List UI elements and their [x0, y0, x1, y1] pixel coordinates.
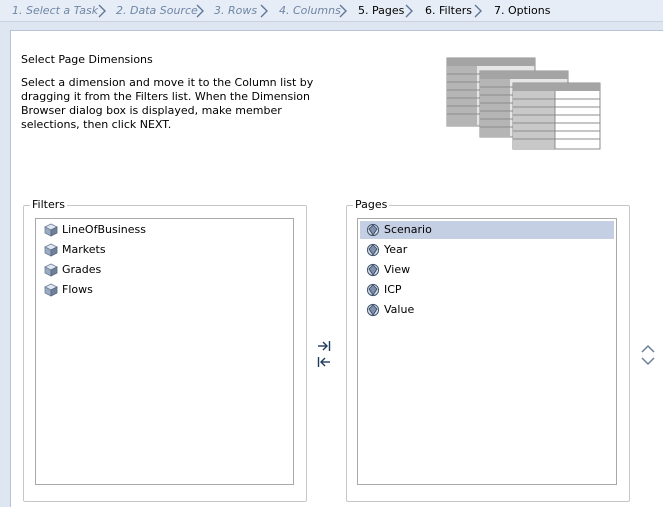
pages-title: Pages: [353, 198, 390, 212]
chevron-right-icon: [98, 4, 106, 18]
dimension-icon: [366, 303, 380, 317]
step-columns[interactable]: 4. Columns: [279, 3, 341, 19]
pages-list[interactable]: Scenario Year View ICP Value: [357, 218, 617, 485]
cube-icon: [44, 283, 58, 297]
step-options[interactable]: 7. Options: [494, 3, 550, 19]
chevron-right-icon: [196, 4, 204, 18]
dimension-icon: [366, 263, 380, 277]
chevron-right-icon: [260, 4, 268, 18]
step-pages[interactable]: 5. Pages: [358, 3, 404, 19]
dimension-icon: [366, 243, 380, 257]
cube-icon: [44, 223, 58, 237]
step-rows[interactable]: 3. Rows: [214, 3, 257, 19]
stacked-pages-illustration: [446, 57, 601, 150]
list-item[interactable]: View: [360, 261, 614, 279]
list-item[interactable]: Flows: [38, 281, 291, 299]
move-right-icon[interactable]: [316, 339, 332, 353]
cube-icon: [44, 263, 58, 277]
list-item-selected[interactable]: Scenario: [360, 221, 614, 239]
filters-title: Filters: [30, 198, 67, 212]
move-down-icon[interactable]: [640, 354, 656, 368]
chevron-right-icon: [474, 4, 482, 18]
list-item[interactable]: Value: [360, 301, 614, 319]
chevron-right-icon: [339, 4, 347, 18]
step-select-task[interactable]: 1. Select a Task: [12, 3, 98, 19]
chevron-right-icon: [405, 4, 413, 18]
dimension-icon: [366, 283, 380, 297]
list-item[interactable]: Year: [360, 241, 614, 259]
dimension-icon: [366, 223, 380, 237]
step-filters[interactable]: 6. Filters: [425, 3, 472, 19]
instructions-text: Select a dimension and move it to the Co…: [21, 76, 314, 131]
cube-icon: [44, 243, 58, 257]
list-item[interactable]: ICP: [360, 281, 614, 299]
wizard-breadcrumb: 1. Select a Task 2. Data Source 3. Rows …: [0, 0, 663, 22]
page-heading: Select Page Dimensions: [21, 53, 153, 66]
list-item[interactable]: Markets: [38, 241, 291, 259]
move-left-icon[interactable]: [316, 355, 332, 369]
filters-list[interactable]: LineOfBusiness Markets Grades Flows: [35, 218, 294, 485]
list-item[interactable]: Grades: [38, 261, 291, 279]
list-item[interactable]: LineOfBusiness: [38, 221, 291, 239]
step-data-source[interactable]: 2. Data Source: [116, 3, 198, 19]
